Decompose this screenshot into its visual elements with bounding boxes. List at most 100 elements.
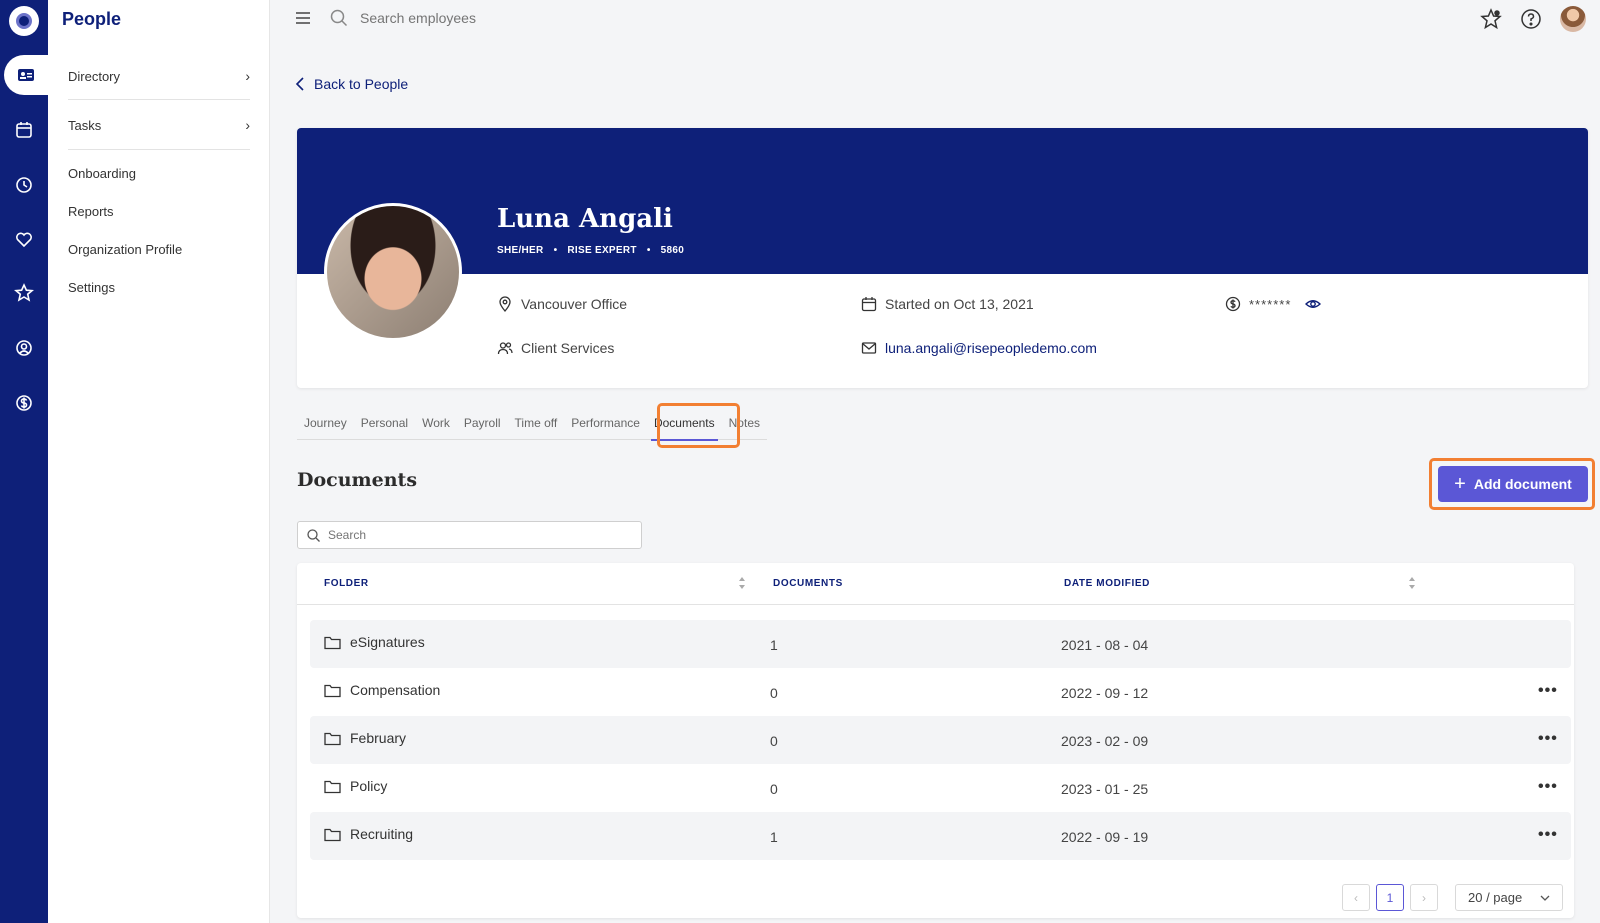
office-label: Vancouver Office	[521, 296, 628, 312]
folder-name[interactable]: eSignatures	[350, 634, 425, 650]
next-page-button[interactable]: ›	[1410, 884, 1438, 911]
date-modified: 2023 - 01 - 25	[1061, 781, 1149, 797]
divider	[68, 149, 250, 150]
tab-performance[interactable]: Performance	[564, 416, 647, 440]
document-search-input[interactable]	[328, 528, 628, 542]
chevron-right-icon: ›	[245, 68, 250, 84]
document-count: 1	[770, 637, 778, 653]
user-avatar[interactable]	[1560, 6, 1586, 32]
chevron-down-icon	[1540, 895, 1550, 901]
tab-work[interactable]: Work	[415, 416, 457, 440]
employee-search-input[interactable]	[360, 10, 660, 26]
search-icon	[330, 9, 348, 27]
prev-page-button[interactable]: ‹	[1342, 884, 1370, 911]
menu-icon[interactable]	[296, 11, 310, 25]
tab-journey[interactable]: Journey	[297, 416, 354, 440]
sidebar-item-label: Onboarding	[68, 166, 136, 181]
tab-time-off[interactable]: Time off	[508, 416, 565, 440]
clock-icon	[16, 177, 32, 193]
table-row[interactable]: Policy 0 2023 - 01 - 25 •••	[310, 764, 1571, 812]
rail-payroll-button[interactable]	[0, 383, 48, 423]
rail-recognition-button[interactable]	[0, 220, 48, 260]
page-1-button[interactable]: 1	[1376, 884, 1404, 911]
column-date-modified[interactable]: DATE MODIFIED	[1064, 578, 1150, 589]
date-modified: 2022 - 09 - 12	[1061, 685, 1149, 701]
folder-name[interactable]: February	[350, 730, 406, 746]
profile-banner	[297, 128, 1588, 274]
mail-icon	[861, 342, 877, 354]
start-date-info: Started on Oct 13, 2021	[861, 296, 1034, 312]
sidebar-item-label: Directory	[68, 68, 121, 84]
meta-separator: •	[646, 245, 651, 256]
meta-separator: •	[553, 245, 558, 256]
email-info: luna.angali@risepeopledemo.com	[861, 340, 1097, 356]
sidebar-item-label: Tasks	[68, 117, 102, 133]
page-size-select[interactable]: 20 / page	[1455, 884, 1563, 911]
sidebar-item-label: Reports	[68, 204, 114, 219]
sidebar-item-directory[interactable]: Directory ›	[68, 68, 250, 84]
rail-people-button[interactable]	[4, 55, 48, 95]
folder-icon	[324, 828, 341, 841]
rail-calendar-button[interactable]	[0, 110, 48, 150]
sidebar-item-onboarding[interactable]: Onboarding	[68, 166, 250, 181]
eye-icon[interactable]	[1305, 296, 1322, 312]
document-search	[297, 521, 642, 549]
dollar-icon	[16, 395, 32, 411]
sidebar-item-settings[interactable]: Settings	[68, 280, 250, 295]
department-label: Client Services	[521, 340, 615, 356]
rail-performance-button[interactable]	[0, 273, 48, 313]
sort-icon[interactable]	[1408, 576, 1416, 590]
date-modified: 2022 - 09 - 19	[1061, 829, 1149, 845]
folder-name[interactable]: Recruiting	[350, 826, 413, 842]
top-bar	[270, 0, 1600, 40]
divider	[68, 99, 250, 100]
table-row[interactable]: Compensation 0 2022 - 09 - 12 •••	[310, 668, 1571, 716]
email-link[interactable]: luna.angali@risepeopledemo.com	[885, 340, 1097, 356]
table-row[interactable]: February 0 2023 - 02 - 09 •••	[310, 716, 1571, 764]
documents-tab-highlight	[657, 403, 740, 448]
search-person-icon	[16, 340, 32, 356]
rail-recruiting-button[interactable]	[0, 328, 48, 368]
add-document-button[interactable]: + Add document	[1438, 466, 1588, 502]
folder-cell: eSignatures	[324, 634, 425, 650]
pronouns: SHE/HER	[497, 245, 544, 256]
folder-name[interactable]: Compensation	[350, 682, 440, 698]
app-logo[interactable]	[9, 6, 39, 36]
tab-personal[interactable]: Personal	[354, 416, 415, 440]
sidebar-item-reports[interactable]: Reports	[68, 204, 250, 219]
job-title: RISE EXPERT	[567, 245, 637, 256]
table-row[interactable]: eSignatures 1 2021 - 08 - 04	[310, 620, 1571, 668]
back-to-people-link[interactable]: Back to People	[294, 76, 408, 92]
plus-icon: +	[1454, 473, 1466, 495]
people-card-icon	[18, 69, 34, 81]
sidebar-item-tasks[interactable]: Tasks ›	[68, 117, 250, 133]
rail-time-button[interactable]	[0, 165, 48, 205]
table-row[interactable]: Recruiting 1 2022 - 09 - 19 •••	[310, 812, 1571, 860]
folder-icon	[324, 780, 341, 793]
pagination: ‹ 1 ›	[1342, 884, 1438, 911]
sidebar: People Directory › Tasks › Onboarding Re…	[48, 0, 270, 923]
more-options-icon[interactable]: •••	[1538, 682, 1558, 700]
office-info: Vancouver Office	[497, 296, 627, 312]
tab-payroll[interactable]: Payroll	[457, 416, 508, 440]
folder-cell: February	[324, 730, 406, 746]
salary-masked: *******	[1249, 296, 1292, 312]
employee-meta: SHE/HER • RISE EXPERT • 5860	[497, 245, 684, 256]
more-options-icon[interactable]: •••	[1538, 730, 1558, 748]
employee-search	[330, 9, 660, 27]
more-options-icon[interactable]: •••	[1538, 826, 1558, 844]
sidebar-item-organization-profile[interactable]: Organization Profile	[68, 242, 250, 257]
profile-card: Luna Angali SHE/HER • RISE EXPERT • 5860…	[297, 128, 1588, 388]
more-options-icon[interactable]: •••	[1538, 778, 1558, 796]
sidebar-title: People	[62, 9, 122, 29]
sort-icon[interactable]	[738, 576, 746, 590]
star-badge-icon[interactable]	[1480, 8, 1502, 30]
start-date-label: Started on Oct 13, 2021	[885, 296, 1034, 312]
documents-table: FOLDER DOCUMENTS DATE MODIFIED eSignatur…	[297, 563, 1574, 918]
folder-name[interactable]: Policy	[350, 778, 387, 794]
back-link-label: Back to People	[314, 76, 409, 92]
folder-icon	[324, 636, 341, 649]
column-folder[interactable]: FOLDER	[324, 578, 369, 589]
help-icon[interactable]	[1520, 8, 1542, 30]
icon-rail	[0, 0, 48, 923]
